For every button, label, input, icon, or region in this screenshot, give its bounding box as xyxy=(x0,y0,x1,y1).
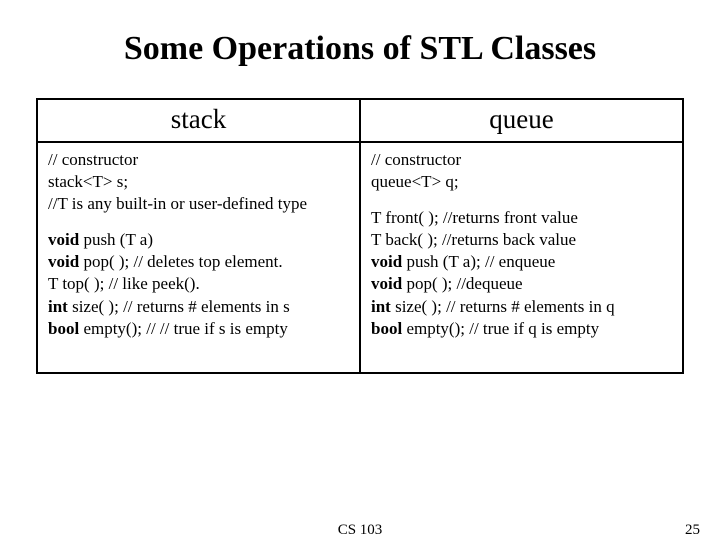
stack-ops-block: void push (T a) void pop( ); // deletes … xyxy=(48,229,349,339)
text-line: // constructor xyxy=(48,149,349,171)
text-line: T back( ); //returns back value xyxy=(371,229,672,251)
text-line: void push (T a); // enqueue xyxy=(371,251,672,273)
cell-queue: // constructor queue<T> q; T front( ); /… xyxy=(360,142,683,373)
text-line: bool empty(); // // true if s is empty xyxy=(48,318,349,340)
header-stack: stack xyxy=(37,99,360,142)
page-number: 25 xyxy=(685,522,700,539)
text-line: stack<T> s; xyxy=(48,171,349,193)
text: push (T a); // enqueue xyxy=(402,252,555,271)
text-line: T front( ); //returns front value xyxy=(371,207,672,229)
text: empty(); // // true if s is empty xyxy=(79,319,288,338)
keyword: bool xyxy=(371,319,402,338)
keyword: int xyxy=(48,297,68,316)
text-line: bool empty(); // true if q is empty xyxy=(371,318,672,340)
queue-ops-block: T front( ); //returns front value T back… xyxy=(371,207,672,340)
slide-title: Some Operations of STL Classes xyxy=(36,30,684,68)
text-line: void push (T a) xyxy=(48,229,349,251)
text: empty(); // true if q is empty xyxy=(402,319,599,338)
text-line: queue<T> q; xyxy=(371,171,672,193)
text-line: int size( ); // returns # elements in s xyxy=(48,296,349,318)
text: size( ); // returns # elements in s xyxy=(68,297,290,316)
keyword: int xyxy=(371,297,391,316)
cell-stack: // constructor stack<T> s; //T is any bu… xyxy=(37,142,360,373)
keyword: void xyxy=(371,274,402,293)
text-line: void pop( ); //dequeue xyxy=(371,273,672,295)
header-queue: queue xyxy=(360,99,683,142)
keyword: void xyxy=(48,230,79,249)
text-line: T top( ); // like peek(). xyxy=(48,273,349,295)
text: size( ); // returns # elements in q xyxy=(391,297,615,316)
keyword: bool xyxy=(48,319,79,338)
stack-constructor-block: // constructor stack<T> s; //T is any bu… xyxy=(48,149,349,215)
keyword: void xyxy=(371,252,402,271)
comparison-table: stack queue // constructor stack<T> s; /… xyxy=(36,98,684,374)
text-line: //T is any built-in or user-defined type xyxy=(48,193,349,215)
text-line: // constructor xyxy=(371,149,672,171)
footer-course: CS 103 xyxy=(338,522,383,539)
keyword: void xyxy=(48,252,79,271)
text: pop( ); //dequeue xyxy=(402,274,522,293)
text: pop( ); // deletes top element. xyxy=(79,252,282,271)
text-line: int size( ); // returns # elements in q xyxy=(371,296,672,318)
text-line: void pop( ); // deletes top element. xyxy=(48,251,349,273)
queue-constructor-block: // constructor queue<T> q; xyxy=(371,149,672,193)
text: push (T a) xyxy=(79,230,153,249)
